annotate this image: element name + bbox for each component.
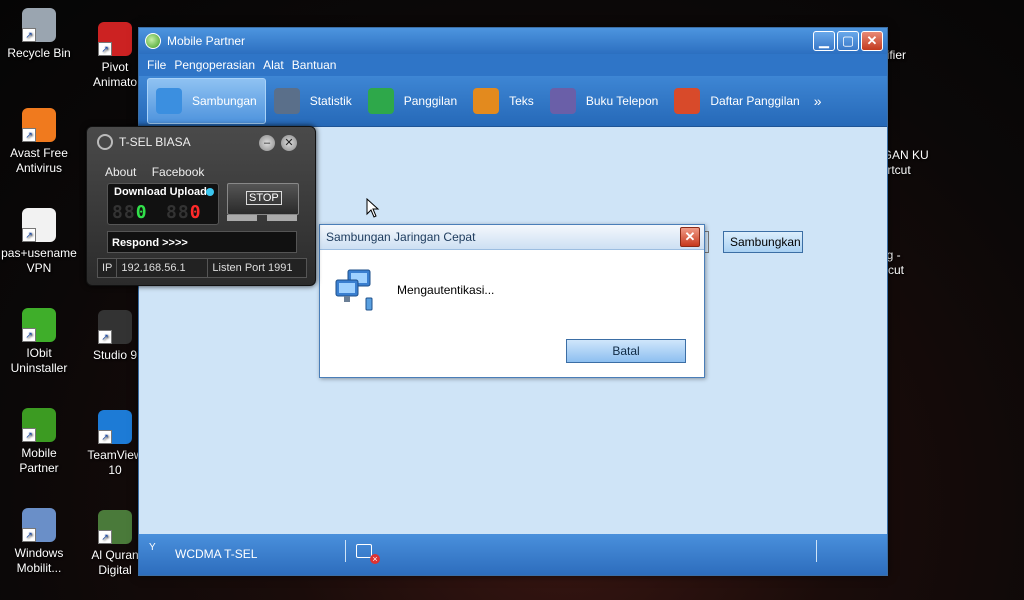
stop-button[interactable]: STOP: [227, 183, 299, 215]
desktop-icon-desktop_left5[interactable]: ↗ Windows Mobilit...: [0, 508, 78, 576]
phonebook-icon: [549, 88, 576, 114]
desktop-icon-desktop_left3[interactable]: ↗ IObit Uninstaller: [0, 308, 78, 376]
signal-icon: Y: [149, 542, 156, 553]
shortcut-arrow-icon: ↗: [98, 530, 112, 544]
toolbar-statistics[interactable]: Statistik: [266, 79, 360, 123]
tsel-minimize-button[interactable]: –: [259, 135, 275, 151]
sms-error-icon[interactable]: [356, 544, 380, 564]
studio-icon: ↗: [98, 310, 132, 344]
desktop-icon-desktop_left2[interactable]: ↗ pas+usename VPN: [0, 208, 78, 276]
connection-icon: [156, 88, 182, 114]
shortcut-arrow-icon: ↗: [22, 128, 36, 142]
toolbar-sms[interactable]: Teks: [465, 79, 542, 123]
listen-port: Listen Port 1991: [212, 262, 293, 274]
toolbar-more-button[interactable]: »: [814, 93, 822, 109]
upload-meter: [267, 215, 297, 221]
menu-bar: File Pengoperasian Alat Bantuan: [139, 54, 887, 76]
toolbar-label: Sambungan: [192, 94, 257, 108]
desktop-icon-label: Mobile Partner: [19, 446, 59, 475]
avast-icon: ↗: [22, 108, 56, 142]
menu-file[interactable]: File: [147, 58, 166, 72]
shortcut-arrow-icon: ↗: [22, 428, 36, 442]
status-divider: [345, 540, 346, 562]
iobit-icon: ↗: [22, 308, 56, 342]
desktop-icon-label: Recycle Bin: [7, 46, 71, 60]
cancel-button[interactable]: Batal: [566, 339, 686, 363]
status-bar: Y WCDMA T-SEL: [139, 534, 887, 575]
recycle-bin-icon: ↗: [22, 8, 56, 42]
respond-field[interactable]: Respond >>>>: [107, 231, 297, 253]
teamviewer-icon: ↗: [98, 410, 132, 444]
sms-icon: [473, 88, 500, 114]
profile-combo-edge: [705, 231, 709, 253]
upload-counter: 0: [189, 202, 202, 223]
traffic-panel-title: Download Upload: [114, 186, 207, 198]
ip-value: 192.168.56.1: [117, 259, 209, 277]
download-meter: [227, 215, 257, 221]
tsel-widget[interactable]: T-SEL BIASA – ✕ About Facebook Download …: [86, 126, 316, 286]
toolbar-label: Panggilan: [403, 94, 458, 108]
minimize-button[interactable]: ▁: [813, 31, 835, 51]
mobile-partner-logo-icon: [145, 33, 161, 49]
network-computers-icon: [335, 269, 373, 311]
toolbar-phonebook[interactable]: Buku Telepon: [542, 79, 667, 123]
windows-mobility-icon: ↗: [22, 508, 56, 542]
toolbar-call-list[interactable]: Daftar Panggilan: [666, 79, 807, 123]
window-titlebar[interactable]: Mobile Partner ▁ ▢ ✕: [139, 28, 887, 54]
desktop-icon-label: Windows Mobilit...: [14, 546, 64, 575]
shortcut-arrow-icon: ↗: [22, 228, 36, 242]
shortcut-arrow-icon: ↗: [98, 42, 112, 56]
download-counter: 0: [135, 202, 148, 223]
desktop-icon-desktop_left1[interactable]: ↗ Avast Free Antivirus: [0, 108, 78, 176]
mobile-partner-icon: ↗: [22, 408, 56, 442]
stop-label: STOP: [246, 191, 282, 205]
menu-bantuan[interactable]: Bantuan: [292, 58, 337, 72]
desktop-icon-label: Avast Free Antivirus: [10, 146, 68, 175]
shortcut-arrow-icon: ↗: [22, 528, 36, 542]
gear-icon: [97, 134, 113, 150]
toolbar-label: Statistik: [309, 94, 352, 108]
close-button[interactable]: ✕: [861, 31, 883, 51]
menu-alat[interactable]: Alat: [263, 58, 284, 72]
text-file-icon: ↗: [22, 208, 56, 242]
toolbar-phone[interactable]: Panggilan: [360, 79, 465, 123]
tsel-close-button[interactable]: ✕: [281, 135, 297, 151]
status-dot-icon: [206, 188, 214, 196]
al-quran-icon: ↗: [98, 510, 132, 544]
network-status: WCDMA T-SEL: [175, 547, 258, 561]
phone-icon: [367, 88, 394, 114]
pivot-icon: ↗: [98, 22, 132, 56]
connect-button[interactable]: Sambungkan: [723, 231, 803, 253]
desktop-icon-desktop_left0[interactable]: ↗ Recycle Bin: [0, 8, 78, 61]
desktop-icon-label: pas+usename VPN: [1, 246, 77, 275]
toolbar-connection[interactable]: Sambungan: [147, 78, 266, 124]
dialog-message: Mengautentikasi...: [397, 283, 495, 297]
tsel-title: T-SEL BIASA: [119, 135, 191, 149]
connection-dialog[interactable]: Sambungan Jaringan Cepat ✕ Mengautentika…: [319, 224, 705, 378]
tsel-footer: IP 192.168.56.1 Listen Port 1991: [97, 258, 307, 278]
facebook-link[interactable]: Facebook: [152, 165, 205, 179]
window-title: Mobile Partner: [167, 34, 246, 48]
ip-label: IP: [98, 259, 118, 277]
dialog-close-button[interactable]: ✕: [680, 227, 700, 247]
menu-pengoperasian[interactable]: Pengoperasian: [174, 58, 255, 72]
maximize-button[interactable]: ▢: [837, 31, 859, 51]
dialog-title: Sambungan Jaringan Cepat: [320, 225, 704, 250]
toolbar-label: Buku Telepon: [585, 94, 659, 108]
toolbar: Sambungan Statistik Panggilan Teks Buku Tele…: [139, 76, 887, 127]
shortcut-arrow-icon: ↗: [22, 328, 36, 342]
about-link[interactable]: About: [105, 165, 136, 179]
shortcut-arrow-icon: ↗: [98, 330, 112, 344]
desktop-icon-desktop_left4[interactable]: ↗ Mobile Partner: [0, 408, 78, 476]
statistics-icon: [273, 88, 300, 114]
shortcut-arrow-icon: ↗: [22, 28, 36, 42]
desktop-icon-label: IObit Uninstaller: [10, 346, 68, 375]
shortcut-arrow-icon: ↗: [98, 430, 112, 444]
toolbar-label: Daftar Panggilan: [710, 94, 800, 108]
traffic-panel: Download Upload 880 880: [107, 183, 219, 225]
status-divider: [816, 540, 817, 562]
toolbar-label: Teks: [509, 94, 534, 108]
call-list-icon: [674, 88, 701, 114]
